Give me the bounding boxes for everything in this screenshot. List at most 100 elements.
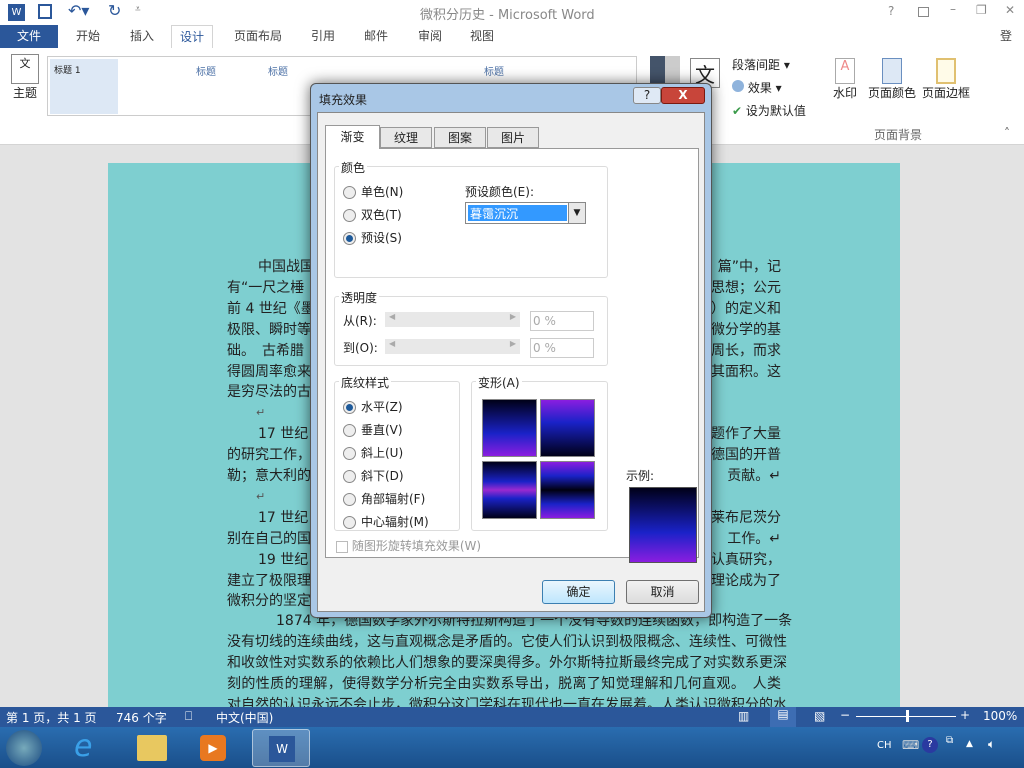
redo-icon[interactable]: ↻: [108, 1, 121, 20]
window-title: 微积分历史 - Microsoft Word: [420, 8, 595, 23]
style-item-selected[interactable]: 标题 1: [50, 59, 118, 114]
tab-page-layout[interactable]: 页面布局: [226, 25, 290, 48]
page-borders-button[interactable]: 页面边框: [922, 58, 970, 101]
effects-button[interactable]: 效果 ▾: [732, 79, 782, 96]
dialog-help-button[interactable]: ?: [633, 87, 661, 104]
file-explorer-icon[interactable]: [137, 735, 167, 761]
to-slider[interactable]: ◀ ▶: [385, 339, 520, 354]
word-taskbar-button[interactable]: W: [252, 729, 310, 767]
network-icon[interactable]: ⧉: [946, 735, 953, 746]
radio-vertical[interactable]: 垂直(V): [343, 422, 403, 438]
media-player-icon[interactable]: ▶: [200, 735, 226, 761]
ok-button[interactable]: 确定: [542, 580, 615, 604]
radio-diagonal-up[interactable]: 斜上(U): [343, 445, 403, 461]
document-line-left: 别在自己的国: [227, 530, 311, 547]
document-line: 对自然的认识永远不会止步，微积分这门学科在现代也一直在发展着。人类认识微积分的水: [227, 696, 787, 707]
variant-3[interactable]: [482, 461, 537, 519]
show-hidden-icons[interactable]: ▲: [966, 739, 973, 749]
tab-gradient[interactable]: 渐变: [325, 125, 380, 149]
help-tray-icon[interactable]: ?: [922, 737, 938, 753]
tab-design[interactable]: 设计: [171, 25, 214, 48]
proofing-icon[interactable]: ⎕: [185, 709, 192, 724]
variant-2[interactable]: [540, 399, 595, 457]
zoom-slider[interactable]: [856, 710, 956, 722]
colors-button[interactable]: [650, 56, 680, 86]
document-line-left: ↵: [256, 489, 266, 503]
zoom-in-button[interactable]: +: [960, 708, 970, 722]
help-button[interactable]: ?: [888, 4, 894, 18]
minimize-button[interactable]: –: [950, 2, 956, 16]
tab-review[interactable]: 审阅: [410, 25, 450, 48]
zoom-out-button[interactable]: −: [840, 708, 850, 722]
style-item[interactable]: 标题: [484, 63, 504, 78]
tab-file[interactable]: 文件: [0, 25, 58, 48]
document-line-right: ）的定义和: [711, 300, 781, 317]
radio-diagonal-down[interactable]: 斜下(D): [343, 468, 404, 484]
document-line-right: 其面积。这: [711, 363, 781, 380]
dialog-close-button[interactable]: X: [661, 87, 705, 104]
radio-preset[interactable]: 预设(S): [343, 230, 402, 246]
word-count[interactable]: 746 个字: [116, 709, 167, 726]
collapse-ribbon-icon[interactable]: ˄: [1004, 126, 1010, 140]
tab-insert[interactable]: 插入: [122, 25, 162, 48]
document-line-right: 题作了大量: [711, 426, 781, 443]
dialog-title: 填充效果: [319, 93, 368, 107]
close-button[interactable]: ✕: [1005, 3, 1015, 17]
read-mode-icon[interactable]: ▥: [738, 709, 749, 723]
tab-pattern[interactable]: 图案: [434, 127, 486, 148]
internet-explorer-icon[interactable]: e: [74, 729, 92, 764]
dialog-body: 渐变 纹理 图案 图片 颜色 单色(N) 双色(T) 预设(S) 预设颜色(E)…: [317, 112, 705, 612]
tab-picture[interactable]: 图片: [487, 127, 539, 148]
volume-icon[interactable]: 🔈︎: [988, 737, 995, 752]
tab-mailings[interactable]: 邮件: [356, 25, 396, 48]
chevron-down-icon[interactable]: ▼: [568, 203, 585, 223]
to-spinner[interactable]: 0 %: [530, 338, 594, 358]
document-line-left: ↵: [256, 406, 266, 420]
from-spinner[interactable]: 0 %: [530, 311, 594, 331]
undo-icon[interactable]: ↶▾: [68, 1, 89, 20]
page-color-button[interactable]: 页面颜色: [868, 58, 916, 101]
start-button[interactable]: [6, 730, 42, 766]
radio-from-corner[interactable]: 角部辐射(F): [343, 491, 425, 507]
language[interactable]: 中文(中国): [216, 709, 273, 726]
document-line-left: 17 世纪: [258, 509, 309, 526]
ribbon-display-button[interactable]: [918, 7, 929, 17]
customize-qat-icon[interactable]: ⩡: [135, 4, 141, 15]
print-layout-icon[interactable]: ▤: [770, 707, 796, 727]
themes-button[interactable]: 文 主题: [8, 54, 42, 101]
checkbox[interactable]: [336, 540, 348, 553]
check-icon: ✔: [732, 104, 743, 118]
tab-texture[interactable]: 纹理: [380, 127, 432, 148]
restore-button[interactable]: ❐: [976, 3, 987, 17]
rotate-with-shape-checkbox[interactable]: 随图形旋转填充效果(W): [336, 537, 481, 554]
sign-in-link[interactable]: 登录: [992, 25, 1024, 66]
set-default-button[interactable]: ✔ 设为默认值: [732, 102, 806, 119]
style-item[interactable]: 标题: [268, 63, 288, 78]
title-bar: W ↶▾ ↻ ⩡ 微积分历史 - Microsoft Word ? – ❐ ✕: [0, 0, 1024, 25]
preset-colors-select[interactable]: 暮霭沉沉 ▼: [465, 202, 586, 224]
paragraph-spacing-button[interactable]: 段落间距 ▾: [732, 56, 790, 73]
web-layout-icon[interactable]: ▧: [814, 709, 825, 723]
cancel-button[interactable]: 取消: [626, 580, 699, 604]
watermark-button[interactable]: A 水印: [833, 58, 857, 101]
style-item[interactable]: 标题: [196, 63, 216, 78]
zoom-level[interactable]: 100%: [983, 709, 1017, 723]
save-icon[interactable]: [38, 4, 52, 19]
effects-icon: [732, 80, 744, 92]
transparency-group-label: 透明度: [339, 289, 380, 306]
tab-references[interactable]: 引用: [303, 25, 343, 48]
radio-two-colors[interactable]: 双色(T): [343, 207, 402, 223]
radio-horizontal[interactable]: 水平(Z): [343, 399, 403, 415]
document-line-right: 理论成为了: [711, 572, 781, 589]
keyboard-icon[interactable]: ⌨: [902, 738, 919, 752]
variant-1[interactable]: [482, 399, 537, 457]
page-count[interactable]: 第 1 页，共 1 页: [6, 709, 97, 726]
tab-home[interactable]: 开始: [68, 25, 108, 48]
variant-4[interactable]: [540, 461, 595, 519]
tab-view[interactable]: 视图: [462, 25, 502, 48]
radio-single-color[interactable]: 单色(N): [343, 184, 403, 200]
from-slider[interactable]: ◀ ▶: [385, 312, 520, 327]
radio-from-center[interactable]: 中心辐射(M): [343, 514, 429, 530]
ime-indicator[interactable]: CH: [877, 740, 892, 751]
zoom-slider-thumb[interactable]: [906, 710, 909, 722]
